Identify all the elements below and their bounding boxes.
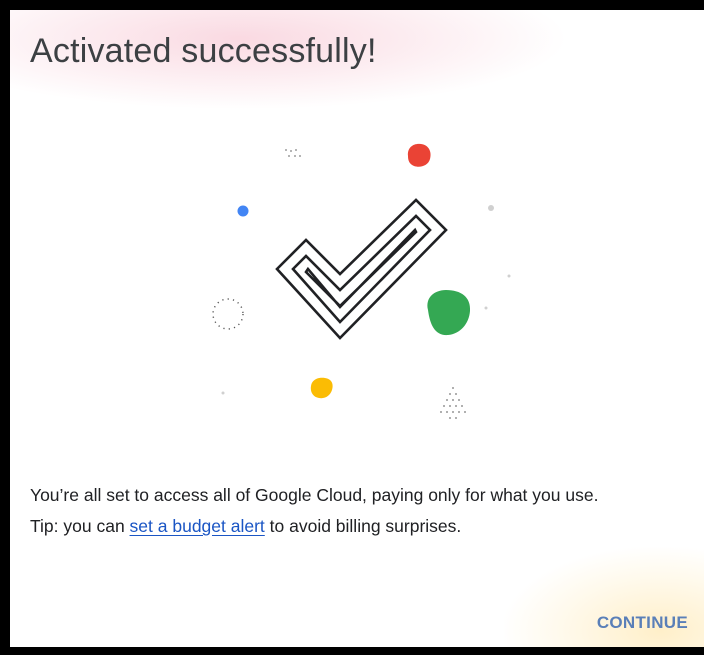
tip-prefix: Tip: you can: [30, 516, 130, 536]
gray-dot: [484, 306, 488, 310]
gray-dot: [507, 274, 511, 278]
gray-dot: [221, 391, 225, 395]
tip-suffix: to avoid billing surprises.: [264, 516, 462, 536]
red-blob: [407, 143, 431, 167]
dotted-triangle: [440, 387, 466, 419]
green-blob: [427, 290, 471, 336]
dot-cluster: [285, 149, 301, 157]
gray-dot: [488, 205, 494, 211]
budget-alert-link[interactable]: set a budget alert: [130, 516, 265, 536]
checkmark-icon: [275, 198, 448, 340]
success-dialog: Activated successfully! You’re all set t…: [0, 0, 704, 655]
message-line: You’re all set to access all of Google C…: [30, 485, 599, 505]
blue-dot: [237, 205, 249, 217]
dotted-circle: [212, 298, 244, 330]
success-illustration: [212, 143, 511, 419]
continue-button[interactable]: CONTINUE: [593, 605, 692, 641]
tip-line: Tip: you can set a budget alert to avoid…: [30, 511, 700, 542]
yellow-blob: [310, 377, 333, 399]
dialog-message: You’re all set to access all of Google C…: [30, 480, 700, 542]
